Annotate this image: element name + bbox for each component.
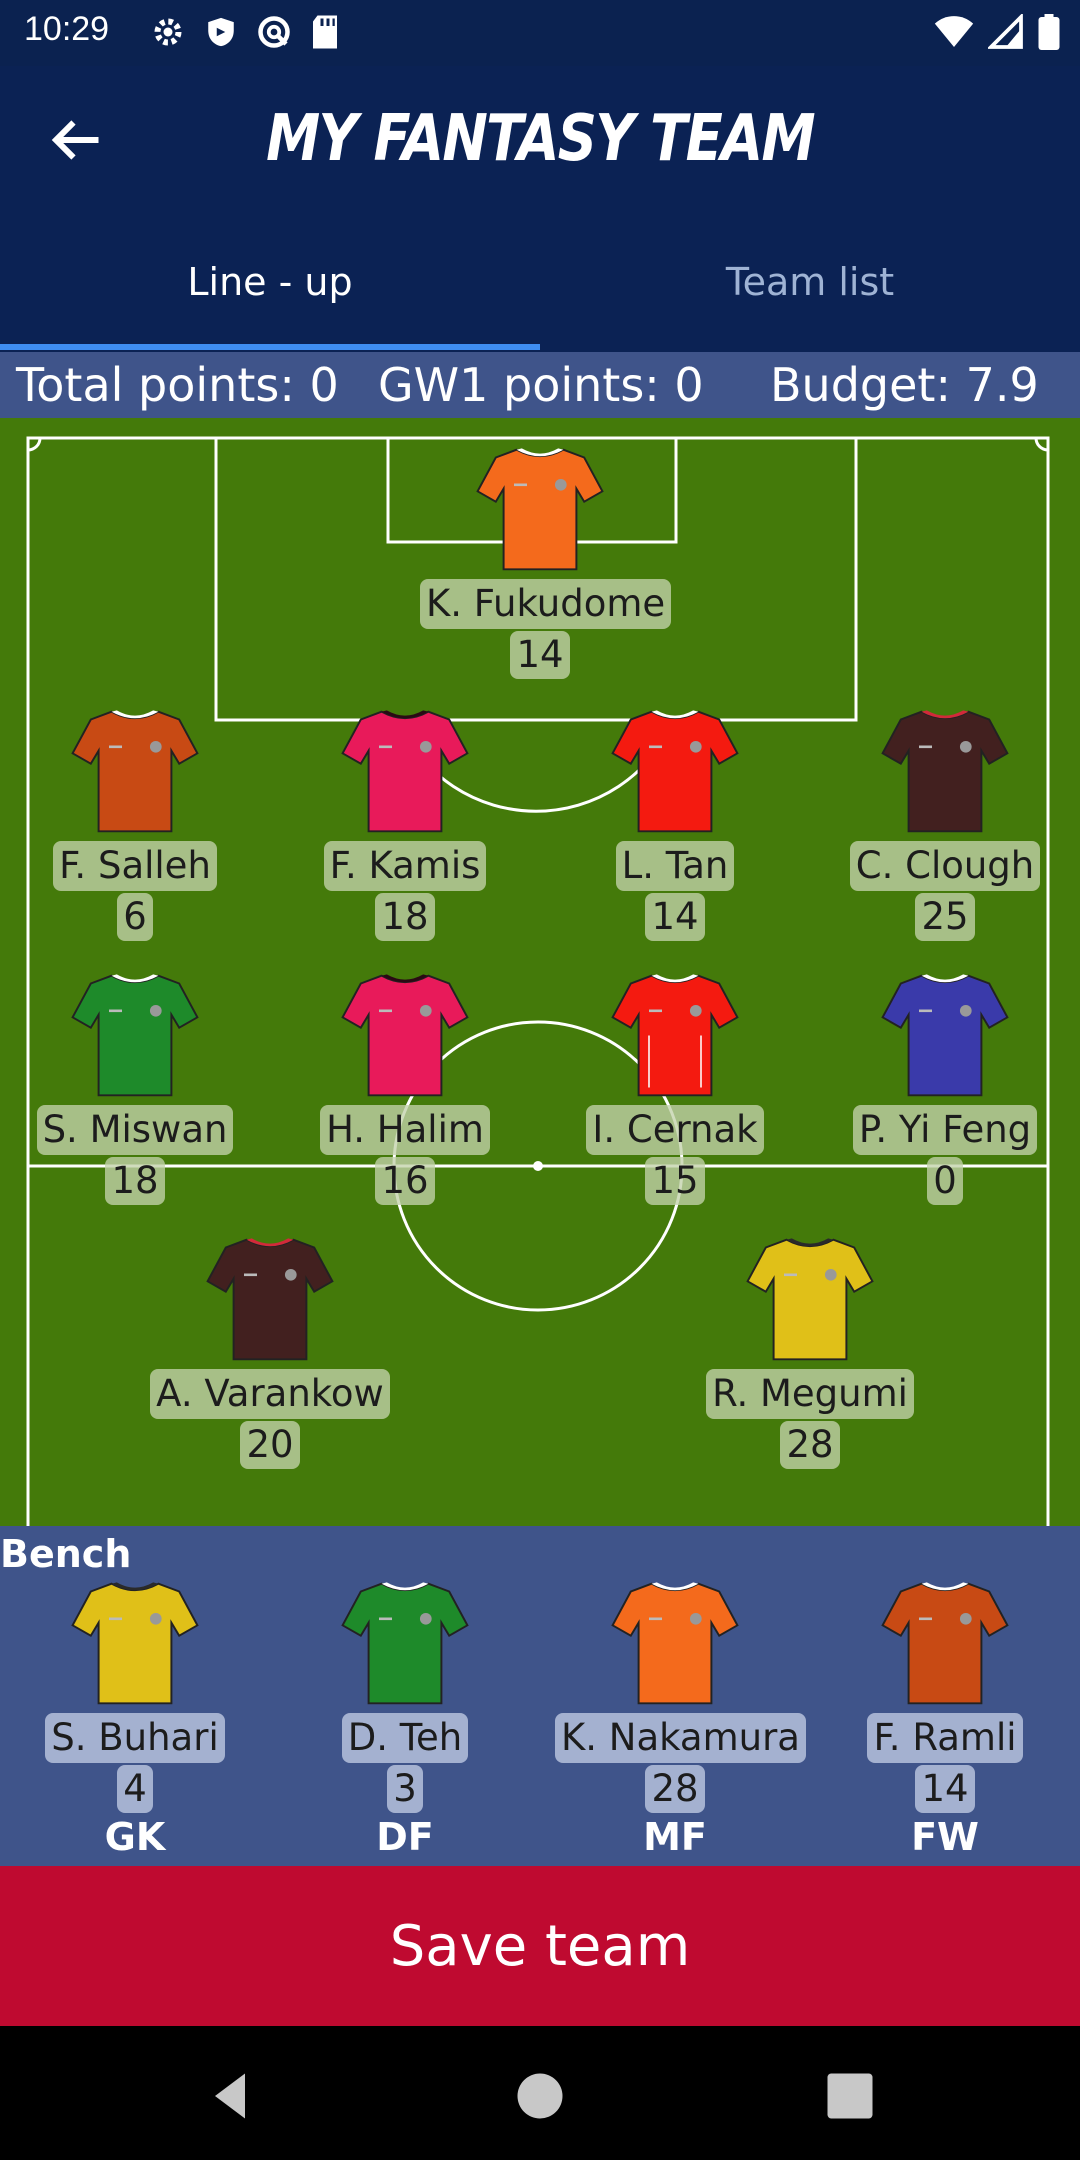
player-card[interactable]: F. Salleh 6 bbox=[15, 704, 255, 941]
player-points: 16 bbox=[375, 1157, 435, 1205]
player-points: 28 bbox=[780, 1421, 840, 1469]
player-name: K. Fukudome bbox=[420, 579, 672, 629]
player-card[interactable]: S. Miswan 18 bbox=[15, 968, 255, 1205]
position-label: MF bbox=[643, 1815, 707, 1859]
jersey-icon bbox=[881, 974, 1009, 1097]
player-points: 0 bbox=[927, 1157, 963, 1205]
player-card[interactable]: R. Megumi 28 bbox=[690, 1232, 930, 1469]
player-name: I. Cernak bbox=[586, 1105, 764, 1155]
player-card[interactable]: L. Tan 14 bbox=[555, 704, 795, 941]
player-name: R. Megumi bbox=[706, 1369, 914, 1419]
player-points: 14 bbox=[510, 631, 570, 679]
battery-icon bbox=[1038, 14, 1060, 50]
player-name: P. Yi Feng bbox=[852, 1105, 1038, 1155]
player-points: 20 bbox=[240, 1421, 300, 1469]
jersey-icon bbox=[71, 710, 199, 833]
sync-icon bbox=[258, 16, 290, 48]
player-name: S. Buhari bbox=[45, 1713, 225, 1763]
player-points: 15 bbox=[645, 1157, 705, 1205]
recents-nav-icon[interactable] bbox=[820, 2066, 880, 2126]
sd-card-icon bbox=[313, 15, 337, 49]
bench-player-card[interactable]: F. Ramli 14 FW bbox=[825, 1576, 1065, 1859]
settings-icon bbox=[154, 18, 182, 46]
player-name: D. Teh bbox=[341, 1713, 469, 1763]
jersey-icon bbox=[341, 974, 469, 1097]
jersey-icon bbox=[611, 1582, 739, 1705]
player-points: 3 bbox=[387, 1765, 423, 1813]
player-points: 28 bbox=[645, 1765, 705, 1813]
gameweek-points: GW1 points: 0 bbox=[378, 358, 704, 412]
tab-bar: Line - up Team list bbox=[0, 244, 1080, 352]
jersey-icon bbox=[341, 1582, 469, 1705]
player-points: 18 bbox=[375, 893, 435, 941]
status-bar: 10:29 bbox=[0, 0, 1080, 66]
player-card[interactable]: I. Cernak 15 bbox=[555, 968, 795, 1205]
bench-player-card[interactable]: K. Nakamura 28 MF bbox=[555, 1576, 806, 1859]
player-points: 6 bbox=[117, 893, 153, 941]
jersey-icon bbox=[611, 974, 739, 1097]
player-name: A. Varankow bbox=[150, 1369, 390, 1419]
position-label: DF bbox=[376, 1815, 434, 1859]
position-label: GK bbox=[104, 1815, 166, 1859]
player-name: C. Clough bbox=[849, 841, 1041, 891]
page-title: MY FANTASY TEAM bbox=[266, 102, 815, 176]
tab-team-list[interactable]: Team list bbox=[540, 244, 1080, 352]
jersey-icon bbox=[881, 1582, 1009, 1705]
signal-icon bbox=[988, 14, 1023, 49]
player-points: 14 bbox=[915, 1765, 975, 1813]
jersey-icon bbox=[476, 448, 604, 571]
pitch: K. Fukudome 14 F. Salleh 6 F. Kamis 18 L… bbox=[0, 418, 1080, 1526]
player-card[interactable]: P. Yi Feng 0 bbox=[825, 968, 1065, 1205]
bench-player-card[interactable]: D. Teh 3 DF bbox=[285, 1576, 525, 1859]
player-points: 18 bbox=[105, 1157, 165, 1205]
jersey-icon bbox=[881, 710, 1009, 833]
jersey-icon bbox=[71, 1582, 199, 1705]
player-card[interactable]: A. Varankow 20 bbox=[150, 1232, 390, 1469]
bench: Bench S. Buhari 4 GK D. Teh 3 DF K. Naka bbox=[0, 1526, 1080, 1866]
shield-icon bbox=[208, 17, 234, 47]
player-name: F. Salleh bbox=[53, 841, 217, 891]
save-team-button[interactable]: Save team bbox=[0, 1866, 1080, 2026]
jersey-icon bbox=[746, 1238, 874, 1361]
jersey-icon bbox=[206, 1238, 334, 1361]
player-points: 25 bbox=[915, 893, 975, 941]
player-name: H. Halim bbox=[320, 1105, 490, 1155]
home-nav-icon[interactable] bbox=[510, 2066, 570, 2126]
player-card[interactable]: F. Kamis 18 bbox=[285, 704, 525, 941]
back-nav-icon[interactable] bbox=[200, 2066, 260, 2126]
jersey-icon bbox=[341, 710, 469, 833]
jersey-icon bbox=[611, 710, 739, 833]
player-name: S. Miswan bbox=[36, 1105, 234, 1155]
player-name: K. Nakamura bbox=[555, 1713, 806, 1763]
status-time: 10:29 bbox=[24, 10, 110, 48]
player-points: 4 bbox=[117, 1765, 153, 1813]
player-card[interactable]: H. Halim 16 bbox=[285, 968, 525, 1205]
player-name: F. Kamis bbox=[323, 841, 487, 891]
player-card[interactable]: C. Clough 25 bbox=[825, 704, 1065, 941]
bench-player-card[interactable]: S. Buhari 4 GK bbox=[15, 1576, 255, 1859]
tab-indicator bbox=[0, 344, 540, 350]
bench-label: Bench bbox=[0, 1532, 132, 1576]
tab-line-up[interactable]: Line - up bbox=[0, 244, 540, 352]
player-points: 14 bbox=[645, 893, 705, 941]
total-points: Total points: 0 bbox=[16, 358, 339, 412]
player-card[interactable]: K. Fukudome 14 bbox=[420, 442, 672, 679]
wifi-icon bbox=[934, 16, 974, 47]
jersey-icon bbox=[71, 974, 199, 1097]
system-nav-bar bbox=[0, 2026, 1080, 2160]
position-label: FW bbox=[911, 1815, 979, 1859]
player-name: L. Tan bbox=[615, 841, 735, 891]
budget: Budget: 7.9 bbox=[770, 358, 1039, 412]
stats-bar: Total points: 0 GW1 points: 0 Budget: 7.… bbox=[0, 352, 1080, 418]
player-name: F. Ramli bbox=[867, 1713, 1023, 1763]
